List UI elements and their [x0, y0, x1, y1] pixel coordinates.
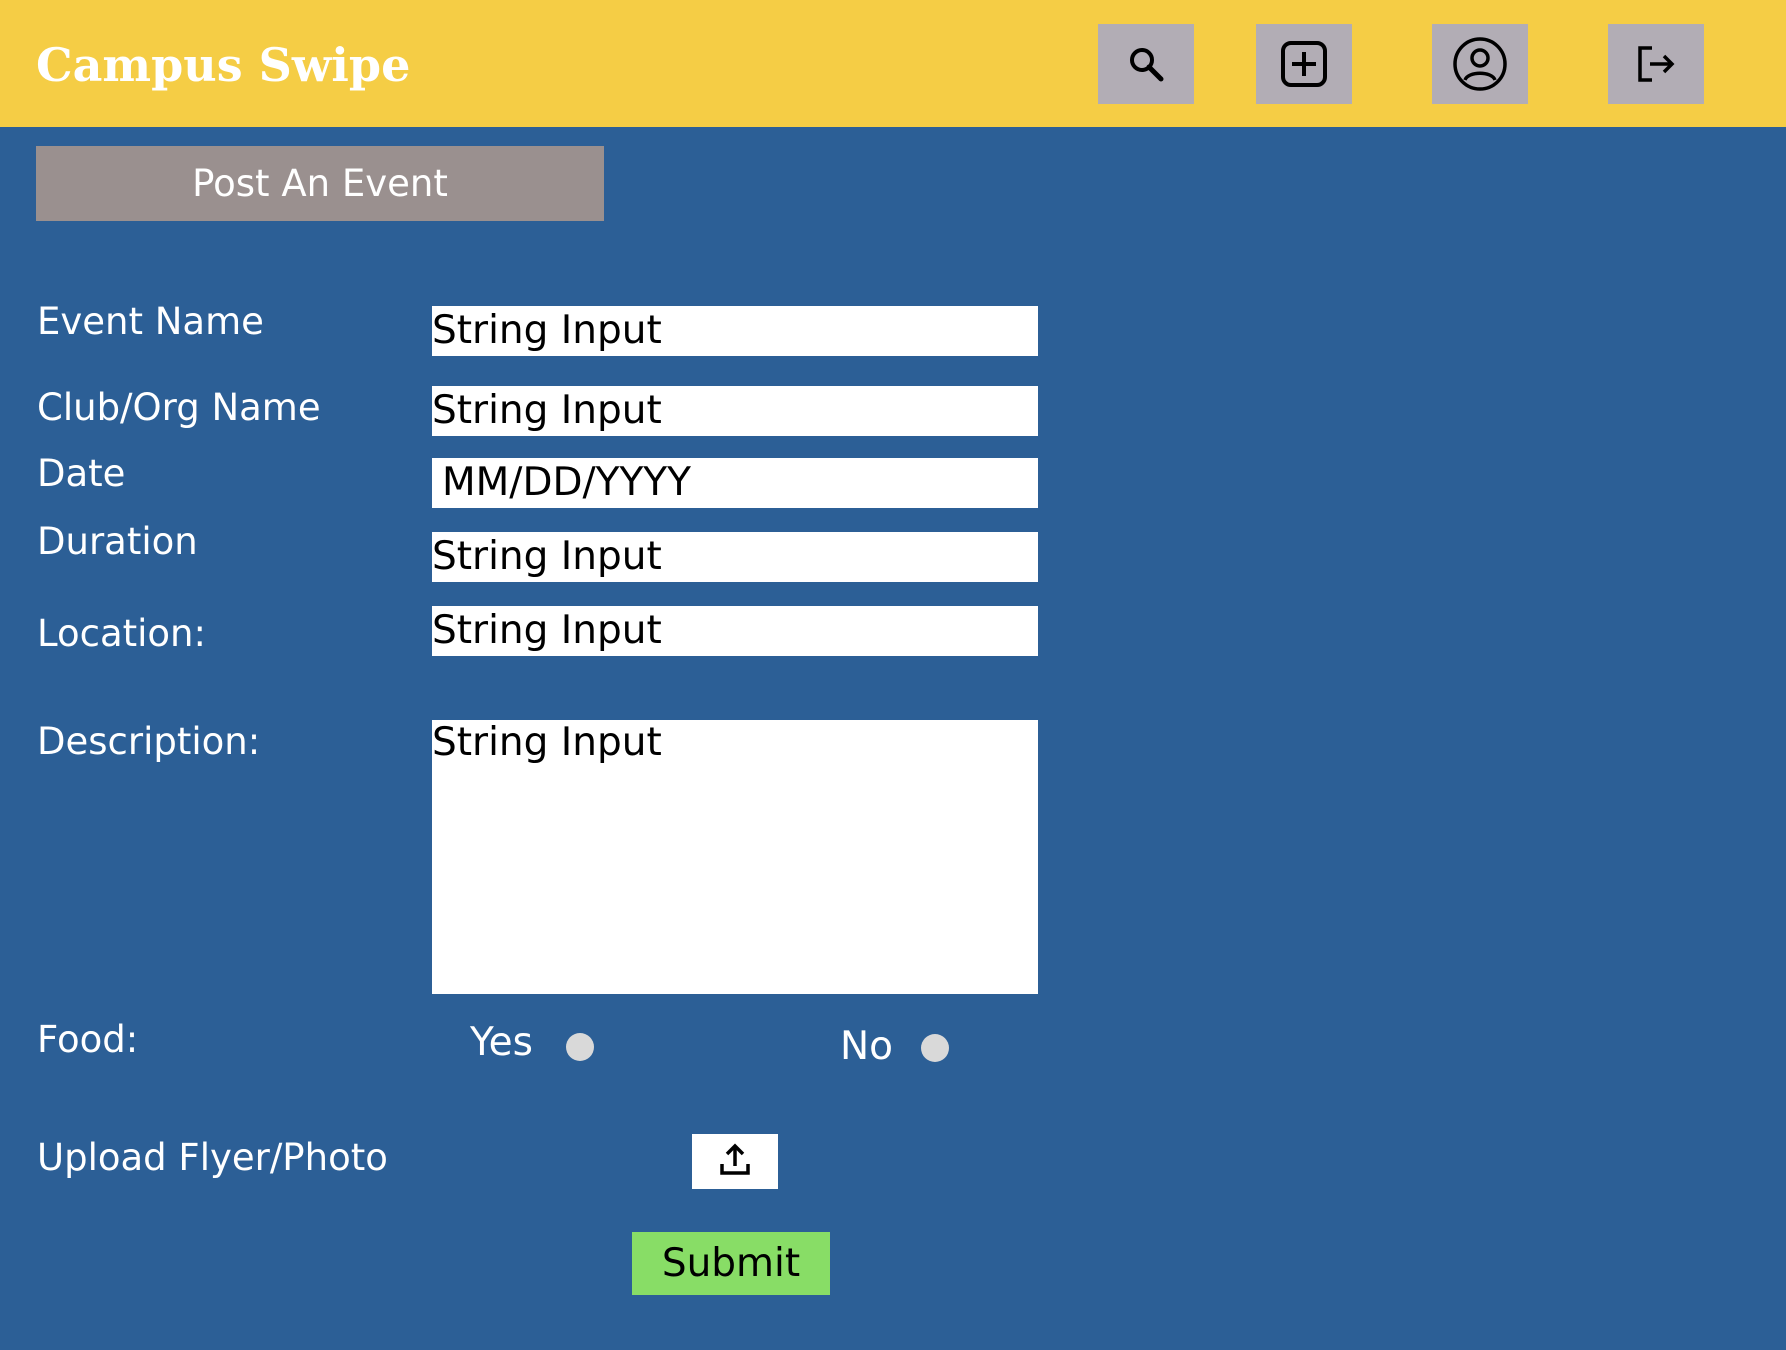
add-square-icon [1279, 39, 1329, 89]
club-name-label: Club/Org Name [37, 386, 321, 429]
search-button[interactable] [1098, 24, 1194, 104]
page-title: Post An Event [36, 146, 604, 221]
food-label: Food: [37, 1018, 139, 1061]
event-name-input[interactable]: String Input [432, 306, 1038, 356]
app-title: Campus Swipe [36, 38, 411, 92]
search-icon [1126, 44, 1166, 84]
app-header: Campus Swipe [0, 0, 1786, 127]
food-yes-radio[interactable] [566, 1033, 594, 1061]
food-no-label: No [840, 1024, 894, 1069]
logout-icon [1634, 42, 1678, 86]
date-input[interactable]: MM/DD/YYYY [432, 458, 1038, 508]
event-name-label: Event Name [37, 300, 264, 343]
upload-button[interactable] [692, 1134, 778, 1189]
user-profile-icon [1452, 36, 1508, 92]
description-label: Description: [37, 720, 261, 763]
date-label: Date [37, 452, 126, 495]
upload-icon [717, 1142, 753, 1182]
submit-button[interactable]: Submit [632, 1232, 830, 1295]
food-yes-label: Yes [470, 1020, 533, 1065]
duration-input[interactable]: String Input [432, 532, 1038, 582]
logout-button[interactable] [1608, 24, 1704, 104]
food-no-radio[interactable] [921, 1034, 949, 1062]
add-event-button[interactable] [1256, 24, 1352, 104]
duration-label: Duration [37, 520, 198, 563]
upload-label: Upload Flyer/Photo [37, 1136, 388, 1179]
location-label: Location: [37, 612, 206, 655]
profile-button[interactable] [1432, 24, 1528, 104]
description-textarea[interactable]: String Input [432, 720, 1038, 994]
location-input[interactable]: String Input [432, 606, 1038, 656]
club-name-input[interactable]: String Input [432, 386, 1038, 436]
